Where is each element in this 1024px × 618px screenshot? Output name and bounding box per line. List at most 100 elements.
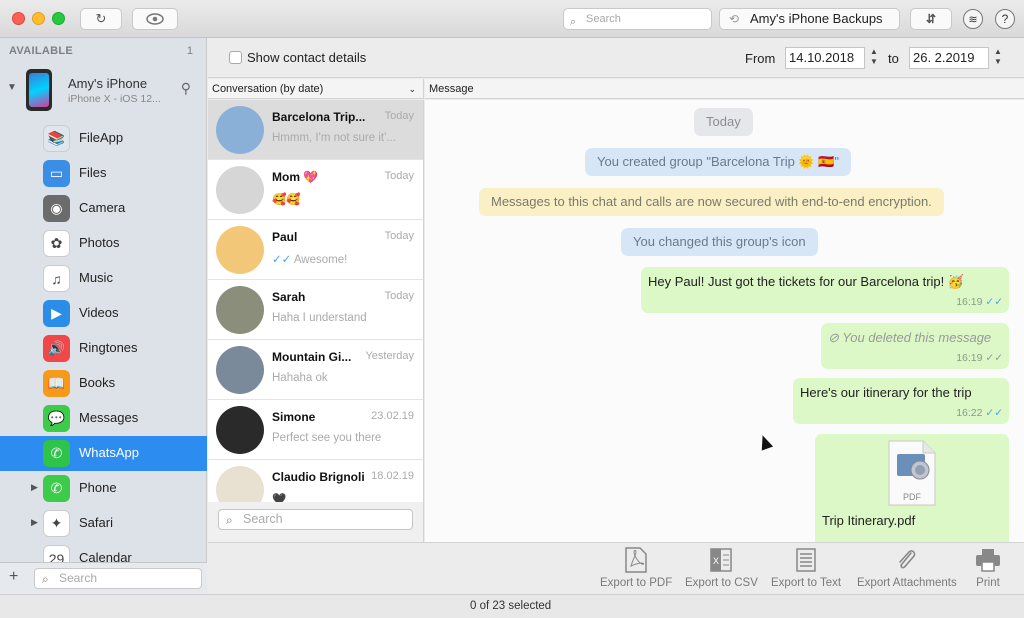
conversation-preview: Perfect see you there bbox=[272, 432, 414, 444]
conversation-item[interactable]: Simone 23.02.19 Perfect see you there bbox=[208, 400, 423, 460]
device-name: Amy's iPhone bbox=[68, 76, 148, 91]
conversation-name: Paul bbox=[272, 230, 298, 244]
safari-icon: ✦ bbox=[43, 510, 70, 537]
message-bubble[interactable]: Here's our itinerary for the trip 16:22 … bbox=[793, 378, 1009, 424]
usb-icon: ⚲ bbox=[180, 80, 191, 96]
transfer-button[interactable]: ⇵ bbox=[910, 8, 952, 30]
conversation-item[interactable]: Paul Today ✓✓ Awesome! bbox=[208, 220, 423, 280]
preview-button[interactable] bbox=[132, 8, 178, 30]
svg-text:X: X bbox=[713, 556, 719, 566]
export-toolbar: Export to PDF X Export to CSV Export to … bbox=[208, 542, 1024, 594]
export-text-button[interactable]: Export to Text bbox=[771, 547, 841, 589]
export-pdf-button[interactable]: Export to PDF bbox=[600, 547, 672, 589]
export-attachments-button[interactable]: Export Attachments bbox=[857, 547, 957, 589]
backups-label: Amy's iPhone Backups bbox=[750, 11, 883, 26]
sidebar-item-books[interactable]: 📖 Books bbox=[0, 366, 207, 401]
sidebar-item-messages[interactable]: 💬 Messages bbox=[0, 401, 207, 436]
conversation-date: Today bbox=[384, 170, 414, 182]
sidebar-item-videos[interactable]: ▶ Videos bbox=[0, 296, 207, 331]
sidebar-search-placeholder: Search bbox=[59, 571, 98, 585]
conversation-item[interactable]: Claudio Brignoli 18.02.19 🖤 bbox=[208, 460, 423, 502]
conversation-preview: Hmmm, I'm not sure it'... bbox=[272, 132, 414, 144]
conversation-preview: ✓✓ Awesome! bbox=[272, 252, 414, 266]
sidebar-item-fileapp[interactable]: 📚 FileApp bbox=[0, 121, 207, 156]
conversation-item[interactable]: Sarah Today Haha I understand bbox=[208, 280, 423, 340]
preview-text: Hahaha ok bbox=[272, 372, 328, 384]
preview-text: 🖤 bbox=[272, 494, 287, 502]
to-date-field[interactable]: 26. 2.2019 bbox=[909, 47, 989, 69]
conversation-item[interactable]: Barcelona Trip... Today Hmmm, I'm not sure… bbox=[208, 100, 423, 160]
minimize-window-button[interactable] bbox=[32, 12, 45, 25]
sidebar-item-files[interactable]: ▭ Files bbox=[0, 156, 207, 191]
show-contact-details-checkbox[interactable] bbox=[229, 51, 242, 64]
print-button[interactable]: Print bbox=[975, 547, 1001, 589]
message-time: 16:19 ✓✓ bbox=[956, 352, 1003, 364]
sidebar-item-phone[interactable]: ▶ ✆ Phone bbox=[0, 471, 207, 506]
conversation-item[interactable]: Mom 💖 Today 🥰🥰 bbox=[208, 160, 423, 220]
sidebar-item-safari[interactable]: ▶ ✦ Safari bbox=[0, 506, 207, 541]
sidebar-item-whatsapp[interactable]: ✆ WhatsApp bbox=[0, 436, 207, 471]
sidebar: AVAILABLE 1 ▼ Amy's iPhone iPhone X - iO… bbox=[0, 38, 207, 594]
ringtones-icon: 🔊 bbox=[43, 335, 70, 362]
refresh-icon: ↻ bbox=[95, 11, 107, 26]
message-text: Here's our itinerary for the trip bbox=[800, 385, 972, 400]
zoom-window-button[interactable] bbox=[52, 12, 65, 25]
message-text: Hey Paul! Just got the tickets for our B… bbox=[648, 274, 965, 289]
sidebar-item-label: Videos bbox=[79, 305, 119, 320]
backups-button[interactable]: ⟲ Amy's iPhone Backups bbox=[719, 8, 900, 30]
sidebar-item-label: WhatsApp bbox=[79, 445, 139, 460]
collapse-arrow-icon[interactable]: ▼ bbox=[7, 82, 17, 93]
from-date-field[interactable]: 14.10.2018 bbox=[785, 47, 865, 69]
sidebar-item-photos[interactable]: ✿ Photos bbox=[0, 226, 207, 261]
wifi-button[interactable]: ≋ bbox=[963, 9, 983, 29]
videos-icon: ▶ bbox=[43, 300, 70, 327]
wifi-icon: ≋ bbox=[968, 13, 978, 26]
add-button[interactable]: + bbox=[9, 568, 18, 586]
conversation-date: Today bbox=[384, 230, 414, 242]
to-date-stepper[interactable]: ▲ ▼ bbox=[992, 47, 1004, 69]
conversation-column-header[interactable]: Conversation (by date) ⌄ bbox=[208, 79, 424, 99]
sidebar-header: AVAILABLE bbox=[9, 45, 74, 57]
sidebar-item-music[interactable]: ♫ Music bbox=[0, 261, 207, 296]
conversation-name: Claudio Brignoli bbox=[272, 470, 365, 484]
export-pdf-label: Export to PDF bbox=[600, 577, 673, 589]
conversation-date: 23.02.19 bbox=[371, 410, 414, 422]
sidebar-item-label: Safari bbox=[79, 515, 113, 530]
refresh-button[interactable]: ↻ bbox=[80, 8, 122, 30]
sidebar-search-input[interactable]: ⌕ Search bbox=[34, 568, 202, 589]
avatar bbox=[216, 406, 264, 454]
to-label: to bbox=[888, 51, 899, 66]
search-icon: ⌕ bbox=[42, 572, 49, 586]
message-pane: Today You created group "Barcelona Trip … bbox=[425, 100, 1024, 542]
filter-bar: Show contact details From 14.10.2018 ▲ ▼ … bbox=[208, 38, 1024, 78]
books-icon: 📖 bbox=[43, 370, 70, 397]
help-button[interactable]: ? bbox=[995, 9, 1015, 29]
system-message-icon-changed: You changed this group's icon bbox=[621, 228, 818, 256]
show-contact-details-label[interactable]: Show contact details bbox=[247, 50, 366, 65]
avatar bbox=[216, 346, 264, 394]
message-bubble[interactable]: Hey Paul! Just got the tickets for our B… bbox=[641, 267, 1009, 313]
sidebar-item-ringtones[interactable]: 🔊 Ringtones bbox=[0, 331, 207, 366]
delivered-ticks-icon: ✓✓ bbox=[985, 352, 1003, 364]
history-icon: ⟲ bbox=[729, 12, 740, 26]
deleted-message-bubble[interactable]: ⊘ You deleted this message 16:19 ✓✓ bbox=[821, 323, 1009, 369]
device-row[interactable]: ▼ Amy's iPhone iPhone X - iOS 12... ⚲ bbox=[0, 66, 207, 116]
conversation-preview: 🥰🥰 bbox=[272, 192, 414, 206]
conversation-preview: 🖤 bbox=[272, 492, 414, 502]
toolbar-search-input[interactable]: ⌕ Search bbox=[563, 8, 712, 30]
conversation-item[interactable]: Mountain Gi... Yesterday Hahaha ok bbox=[208, 340, 423, 400]
close-window-button[interactable] bbox=[12, 12, 25, 25]
conversation-search-placeholder: Search bbox=[243, 512, 283, 526]
system-message-encryption: Messages to this chat and calls are now … bbox=[479, 188, 944, 216]
pdf-file-icon: PDF bbox=[888, 440, 936, 506]
transfer-icon: ⇵ bbox=[925, 12, 937, 26]
conversation-name: Barcelona Trip... bbox=[272, 110, 366, 124]
attachment-bubble[interactable]: PDF Trip Itinerary.pdf bbox=[815, 434, 1009, 542]
sidebar-item-label: Ringtones bbox=[79, 340, 138, 355]
conversation-search-input[interactable]: ⌕ Search bbox=[218, 509, 413, 530]
expand-arrow-icon[interactable]: ▶ bbox=[31, 517, 38, 528]
from-date-stepper[interactable]: ▲ ▼ bbox=[868, 47, 880, 69]
sidebar-item-camera[interactable]: ◉ Camera bbox=[0, 191, 207, 226]
expand-arrow-icon[interactable]: ▶ bbox=[31, 482, 38, 493]
export-csv-button[interactable]: X Export to CSV bbox=[685, 547, 758, 589]
